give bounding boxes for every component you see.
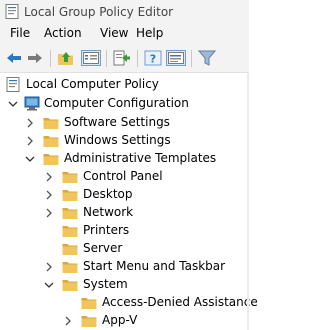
chevron-right-icon[interactable] [43,171,55,183]
tree-item-label: Computer Configuration [44,96,189,110]
tree-item-system[interactable]: System [0,276,249,294]
chevron-right-icon[interactable] [62,315,74,327]
tree-item-label: Windows Settings [64,133,171,147]
folder-icon [43,151,59,166]
folder-icon [81,295,97,310]
svg-text:?: ? [150,53,156,66]
menu-action[interactable]: Action [44,26,82,40]
chevron-down-icon[interactable] [7,98,19,110]
tree-item-label: Software Settings [64,115,170,129]
folder-icon [62,205,78,220]
tree-item-server[interactable]: Server [0,240,249,258]
folder-icon [62,241,78,256]
help-icon[interactable]: ? [144,50,162,66]
tree-item-label: App-V [102,313,138,327]
window-title: Local Group Policy Editor [24,5,174,19]
policy-document-icon [6,77,20,92]
tree-item-software-settings[interactable]: Software Settings [0,114,249,132]
tree-item-label: Printers [83,223,130,237]
toolbar: ? [0,44,249,73]
chevron-down-icon[interactable] [43,279,55,291]
folder-icon [62,223,78,238]
policy-document-icon [5,4,19,19]
toolbar-separator [106,50,107,67]
chevron-right-icon[interactable] [43,189,55,201]
filter-icon[interactable] [198,50,216,66]
tree-item-label: Start Menu and Taskbar [83,259,226,273]
tree-item-computer-configuration[interactable]: Computer Configuration [0,95,249,113]
toolbar-separator [191,50,192,67]
folder-icon [43,133,59,148]
folder-icon [81,313,97,328]
tree-item-local-computer-policy[interactable]: Local Computer Policy [0,76,249,94]
scrollbar[interactable] [247,73,249,330]
tree-item-printers[interactable]: Printers [0,222,249,240]
chevron-right-icon[interactable] [43,261,55,273]
tree-item-access-denied-assistance[interactable]: Access-Denied Assistance [0,294,258,312]
title-bar: Local Group Policy Editor [0,0,249,24]
tree-item-windows-settings[interactable]: Windows Settings [0,132,249,150]
properties-icon[interactable] [166,50,186,66]
tree-item-start-menu-and-taskbar[interactable]: Start Menu and Taskbar [0,258,249,276]
show-hide-tree-icon[interactable] [81,50,101,66]
menu-bar: File Action View Help [0,24,249,44]
forward-arrow-icon[interactable] [26,50,44,66]
tree-pane: Local Computer Policy Computer Configura… [0,73,258,330]
toolbar-separator [50,50,51,67]
tree-item-network[interactable]: Network [0,204,249,222]
menu-view[interactable]: View [100,26,128,40]
chevron-right-icon[interactable] [24,135,36,147]
folder-icon [62,259,78,274]
computer-icon [24,96,40,111]
up-folder-icon[interactable] [57,50,75,66]
tree-item-label: Control Panel [83,169,163,183]
tree-item-label: System [83,277,128,291]
menu-file[interactable]: File [10,26,30,40]
export-list-icon[interactable] [113,50,131,66]
back-arrow-icon[interactable] [5,50,23,66]
folder-icon [62,277,78,292]
chevron-right-icon[interactable] [24,117,36,129]
folder-icon [43,115,59,130]
menu-help[interactable]: Help [136,26,163,40]
tree-item-control-panel[interactable]: Control Panel [0,168,249,186]
folder-icon [62,169,78,184]
tree-item-label: Network [83,205,134,219]
tree-item-label: Server [83,241,123,255]
toolbar-separator [137,50,138,67]
chevron-down-icon[interactable] [24,153,36,165]
folder-icon [62,187,78,202]
tree-item-app-v[interactable]: App-V [0,312,249,330]
tree-item-label: Administrative Templates [64,151,217,165]
tree-item-label: Local Computer Policy [26,77,159,91]
tree-item-label: Access-Denied Assistance [102,295,258,309]
tree-item-label: Desktop [83,187,133,201]
tree-item-administrative-templates[interactable]: Administrative Templates [0,150,249,168]
chevron-right-icon[interactable] [43,207,55,219]
tree-item-desktop[interactable]: Desktop [0,186,249,204]
